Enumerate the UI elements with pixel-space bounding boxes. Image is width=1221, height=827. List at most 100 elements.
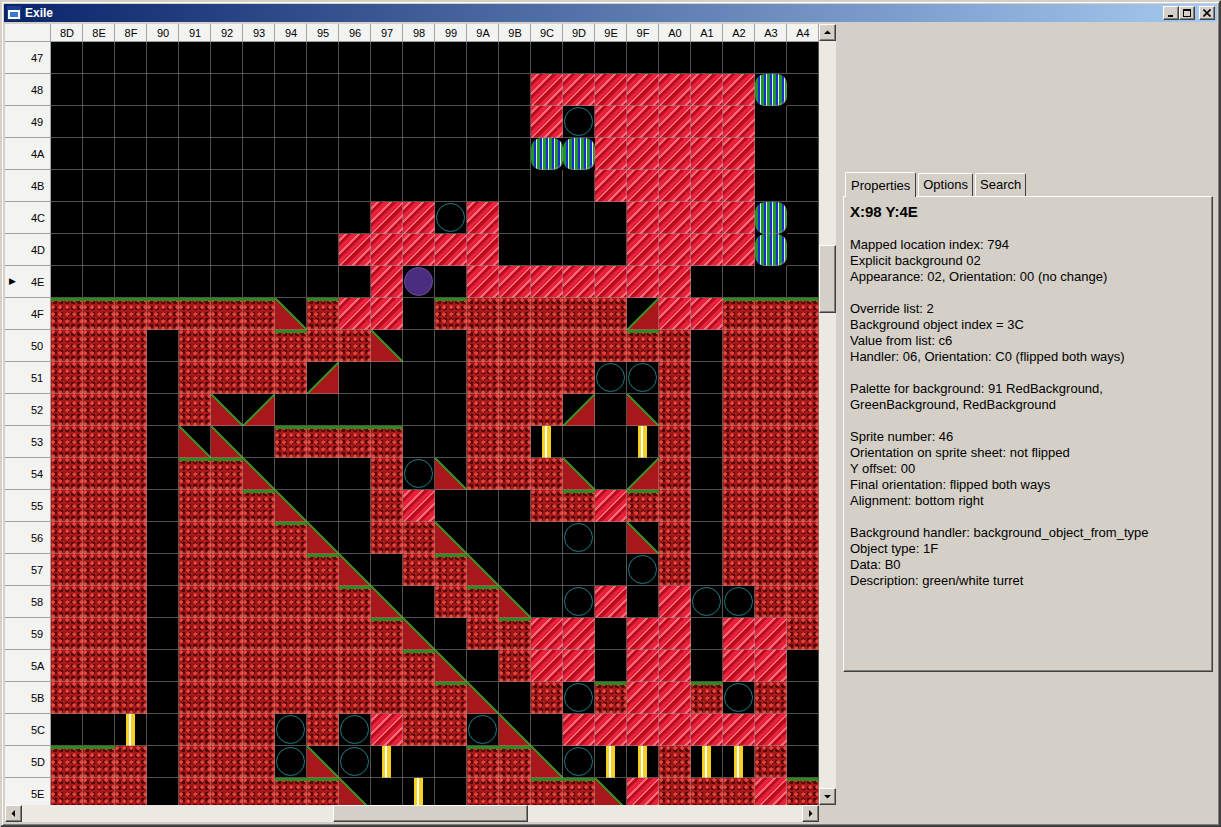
map-cell[interactable] — [243, 714, 275, 746]
map-cell[interactable] — [691, 586, 723, 618]
map-cell[interactable] — [755, 522, 787, 554]
map-cell[interactable] — [595, 746, 627, 778]
map-cell[interactable] — [371, 42, 403, 74]
map-cell[interactable] — [691, 458, 723, 490]
map-cell[interactable] — [435, 298, 467, 330]
map-cell[interactable] — [83, 778, 115, 805]
map-cell[interactable] — [659, 490, 691, 522]
map-cell[interactable] — [755, 394, 787, 426]
map-cell[interactable] — [371, 362, 403, 394]
tab[interactable]: Properties — [845, 172, 916, 198]
map-cell[interactable] — [595, 330, 627, 362]
map-cell[interactable] — [499, 554, 531, 586]
map-cell[interactable] — [563, 298, 595, 330]
map-cell[interactable] — [211, 682, 243, 714]
column-header[interactable]: 90 — [147, 24, 179, 42]
map-cell[interactable] — [51, 714, 83, 746]
row-header[interactable]: 5D — [5, 746, 51, 778]
map-cell[interactable] — [115, 298, 147, 330]
map-cell[interactable] — [339, 234, 371, 266]
map-cell[interactable] — [467, 42, 499, 74]
map-cell[interactable] — [627, 778, 659, 805]
map-cell[interactable] — [307, 106, 339, 138]
map-cell[interactable] — [307, 266, 339, 298]
map-cell[interactable] — [243, 618, 275, 650]
map-cell[interactable] — [179, 74, 211, 106]
map-cell[interactable] — [467, 106, 499, 138]
map-cell[interactable] — [723, 234, 755, 266]
map-cell[interactable] — [659, 650, 691, 682]
map-cell[interactable] — [51, 426, 83, 458]
map-cell[interactable] — [51, 138, 83, 170]
map-cell[interactable] — [51, 74, 83, 106]
map-cell[interactable] — [595, 554, 627, 586]
map-cell[interactable] — [787, 266, 819, 298]
map-cell[interactable] — [595, 618, 627, 650]
map-cell[interactable] — [435, 522, 467, 554]
map-cell[interactable] — [627, 330, 659, 362]
map-cell[interactable] — [275, 714, 307, 746]
map-cell[interactable] — [243, 234, 275, 266]
map-cell[interactable] — [275, 586, 307, 618]
map-cell[interactable] — [211, 554, 243, 586]
map-cell[interactable] — [307, 234, 339, 266]
map-cell[interactable] — [51, 650, 83, 682]
row-header[interactable]: 58 — [5, 586, 51, 618]
column-header[interactable]: A2 — [723, 24, 755, 42]
map-cell[interactable] — [627, 42, 659, 74]
map-cell[interactable] — [243, 266, 275, 298]
map-cell[interactable] — [691, 298, 723, 330]
map-cell[interactable] — [307, 618, 339, 650]
map-cell[interactable] — [499, 426, 531, 458]
map-cell[interactable] — [243, 522, 275, 554]
map-cell[interactable] — [371, 266, 403, 298]
map-cell[interactable] — [115, 522, 147, 554]
map-cell[interactable] — [563, 170, 595, 202]
map-cell[interactable] — [83, 42, 115, 74]
map-cell[interactable] — [115, 746, 147, 778]
map-cell[interactable] — [531, 618, 563, 650]
map-cell[interactable] — [723, 426, 755, 458]
map-cell[interactable] — [83, 234, 115, 266]
map-cell[interactable] — [51, 490, 83, 522]
map-cell[interactable] — [51, 362, 83, 394]
map-cell[interactable] — [691, 778, 723, 805]
map-cell[interactable] — [595, 682, 627, 714]
map-cell[interactable] — [499, 746, 531, 778]
map-cell[interactable] — [595, 394, 627, 426]
map-cell[interactable] — [83, 650, 115, 682]
map-cell[interactable] — [147, 714, 179, 746]
map-cell[interactable] — [307, 458, 339, 490]
map-cell[interactable] — [723, 394, 755, 426]
map-cell[interactable] — [403, 458, 435, 490]
map-cell[interactable] — [51, 682, 83, 714]
map-cell[interactable] — [83, 682, 115, 714]
map-cell[interactable] — [371, 458, 403, 490]
map-cell[interactable] — [531, 74, 563, 106]
map-cell[interactable] — [275, 682, 307, 714]
map-cell[interactable] — [243, 106, 275, 138]
map-cell[interactable] — [499, 778, 531, 805]
column-header[interactable]: 98 — [403, 24, 435, 42]
map-cell[interactable] — [755, 618, 787, 650]
map-cell[interactable] — [595, 714, 627, 746]
map-cell[interactable] — [435, 778, 467, 805]
column-header[interactable]: A4 — [787, 24, 819, 42]
map-cell[interactable] — [755, 746, 787, 778]
scroll-left-button[interactable] — [5, 805, 22, 822]
map-cell[interactable] — [627, 522, 659, 554]
map-cell[interactable] — [243, 426, 275, 458]
map-cell[interactable] — [659, 362, 691, 394]
row-header[interactable]: 52 — [5, 394, 51, 426]
map-cell[interactable] — [467, 330, 499, 362]
map-cell[interactable] — [691, 746, 723, 778]
map-cell[interactable] — [371, 298, 403, 330]
map-cell[interactable] — [403, 106, 435, 138]
map-cell[interactable] — [339, 682, 371, 714]
map-cell[interactable] — [275, 394, 307, 426]
map-cell[interactable] — [467, 394, 499, 426]
map-cell[interactable] — [339, 586, 371, 618]
map-cell[interactable] — [595, 202, 627, 234]
map-cell[interactable] — [147, 202, 179, 234]
scroll-right-button[interactable] — [802, 805, 819, 822]
